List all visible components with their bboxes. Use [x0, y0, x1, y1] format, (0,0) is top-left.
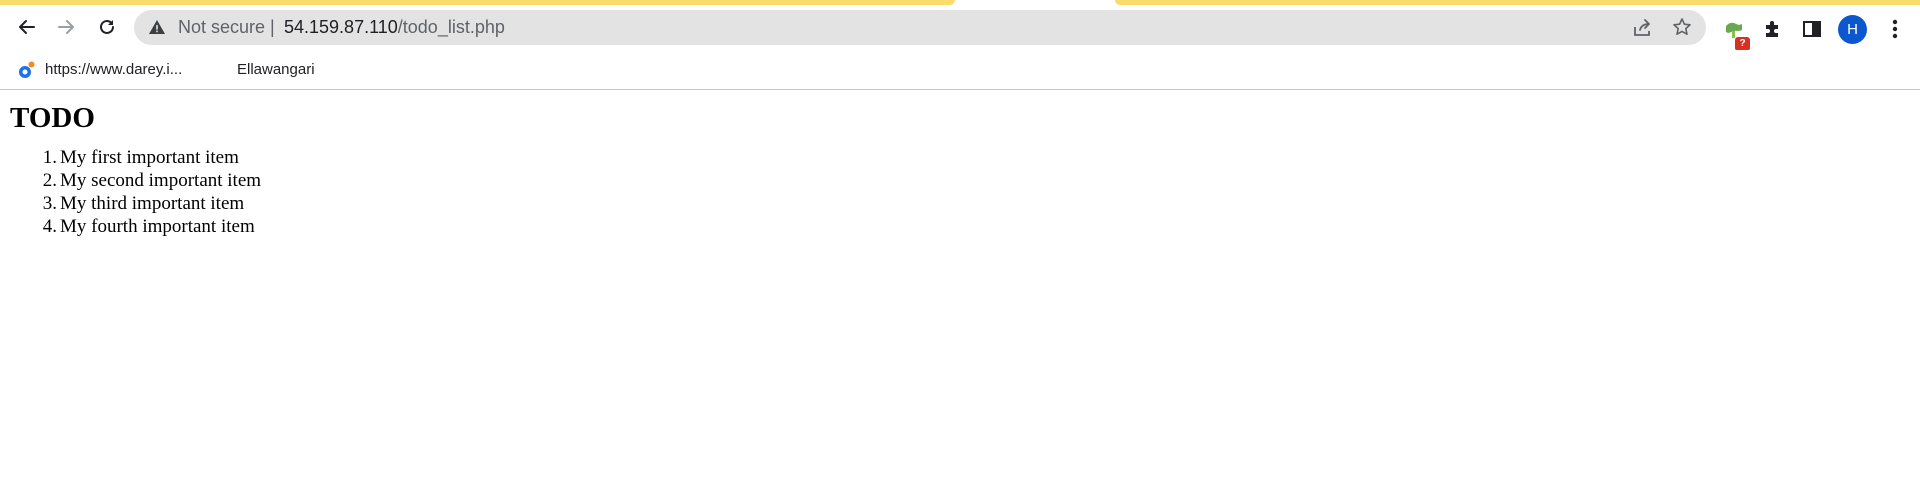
list-item-number: 3.: [42, 193, 57, 214]
reload-icon: [100, 19, 114, 34]
bookmarks-bar: https://www.darey.i... Ellawangari: [0, 50, 1920, 90]
list-item-text: My third important item: [60, 193, 245, 214]
share-icon[interactable]: [1632, 18, 1652, 38]
list-item-text: My second important item: [60, 170, 262, 191]
omnibox-separator: |: [270, 17, 275, 37]
more-menu-icon[interactable]: [1884, 17, 1906, 41]
page-title: TODO: [10, 102, 95, 134]
puzzle-piece-icon[interactable]: [1762, 18, 1784, 40]
reload-button[interactable]: [90, 10, 124, 44]
bookmark-darey[interactable]: https://www.darey.i...: [16, 50, 182, 89]
url-text[interactable]: 54.159.87.110/todo_list.php: [284, 10, 505, 45]
darey-favicon-icon: [19, 61, 35, 78]
extension-badge: ?: [1735, 37, 1750, 51]
url-path: /todo_list.php: [397, 17, 505, 37]
list-item-text: My first important item: [60, 147, 239, 168]
list-item-text: My fourth important item: [60, 216, 255, 237]
todo-list: 1. My first important item 2. My second im…: [10, 146, 261, 238]
bookmark-label: Ellawangari: [237, 61, 315, 78]
bookmark-star-icon[interactable]: [1672, 17, 1692, 37]
back-arrow-icon: [19, 20, 35, 34]
forward-arrow-icon: [58, 20, 74, 34]
security-label[interactable]: Not secure: [178, 10, 265, 45]
bookmark-ellawangari[interactable]: Ellawangari: [237, 50, 315, 89]
address-bar[interactable]: Not secure | 54.159.87.110/todo_list.php: [134, 10, 1706, 45]
side-panel-icon[interactable]: [1801, 18, 1823, 40]
browser-toolbar: Not secure | 54.159.87.110/todo_list.php…: [0, 5, 1920, 51]
list-item-number: 2.: [42, 170, 57, 191]
forward-button[interactable]: [49, 10, 83, 44]
list-item-number: 1.: [42, 147, 57, 168]
list-item: 1. My first important item: [10, 146, 261, 169]
list-item: 4. My fourth important item: [10, 215, 261, 238]
bookmark-label: https://www.darey.i...: [45, 61, 183, 78]
url-host: 54.159.87.110: [284, 17, 398, 37]
warning-icon[interactable]: [148, 18, 166, 36]
list-item: 2. My second important item: [10, 169, 261, 192]
list-item: 3. My third important item: [10, 192, 261, 215]
page-content: TODO 1. My first important item 2. My seco…: [10, 98, 261, 238]
list-item-number: 4.: [42, 216, 57, 237]
profile-avatar[interactable]: H: [1838, 15, 1867, 44]
back-button[interactable]: [10, 10, 44, 44]
